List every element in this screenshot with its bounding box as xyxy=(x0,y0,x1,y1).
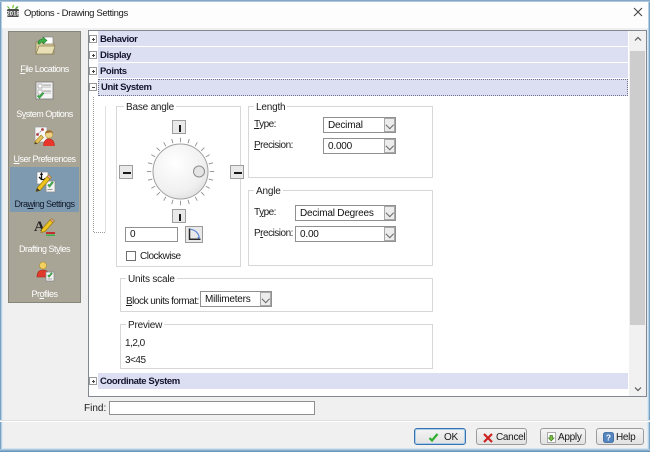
svg-text:2018: 2018 xyxy=(6,12,20,18)
